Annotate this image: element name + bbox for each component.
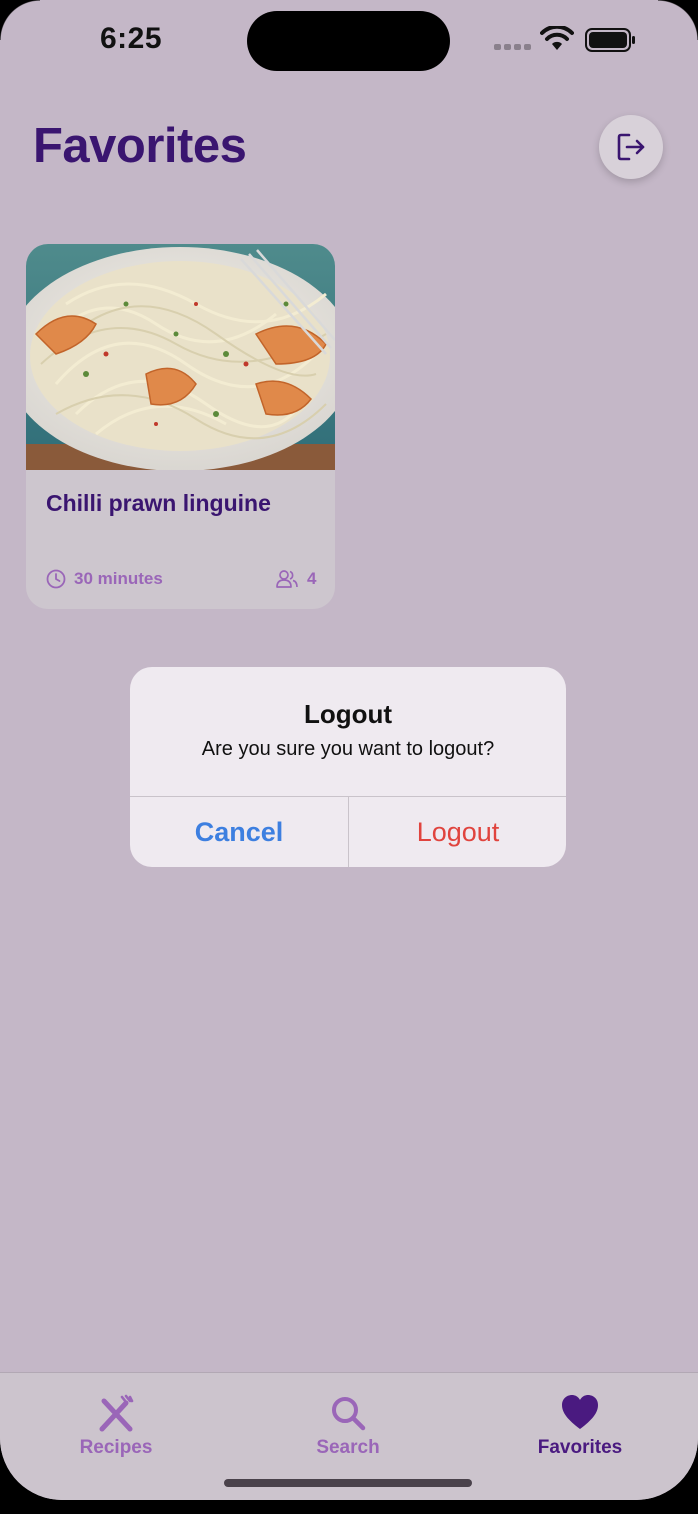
alert-title: Logout	[303, 699, 393, 729]
tab-label: Favorites	[537, 1437, 623, 1458]
cellular-signal-icon	[494, 44, 531, 50]
cancel-button[interactable]: Cancel	[130, 797, 348, 867]
app-screen: 6:25 Favorites Chilli prawn linguine 30 …	[0, 0, 698, 1500]
status-time: 6:25	[100, 22, 163, 55]
recipe-duration: 30 minutes	[46, 568, 163, 590]
screen-corner	[658, 0, 698, 40]
recipe-card[interactable]	[26, 244, 335, 609]
people-icon	[276, 570, 298, 588]
recipe-photo	[26, 244, 335, 470]
servings-text: 4	[307, 569, 317, 588]
confirm-logout-button[interactable]: Logout	[349, 797, 566, 867]
screen-corner	[0, 0, 40, 40]
clock-icon	[46, 569, 66, 589]
tab-search[interactable]: Search	[268, 1393, 428, 1459]
logout-alert: Logout Are you sure you want to logout? …	[130, 667, 566, 867]
fork-knife-icon	[99, 1394, 134, 1432]
heart-icon	[562, 1395, 598, 1429]
search-icon	[332, 1397, 366, 1431]
alert-message: Are you sure you want to logout?	[201, 738, 495, 760]
tab-recipes[interactable]: Recipes	[36, 1393, 196, 1459]
recipe-servings: 4	[275, 568, 316, 590]
home-indicator[interactable]	[224, 1479, 472, 1487]
recipe-title: Chilli prawn linguine	[46, 490, 271, 516]
device-frame: 6:25 Favorites Chilli prawn linguine 30 …	[0, 0, 698, 1514]
tab-favorites[interactable]: Favorites	[500, 1393, 660, 1459]
dynamic-island	[247, 11, 450, 71]
wifi-icon	[540, 26, 574, 50]
logout-button[interactable]	[599, 115, 663, 179]
tab-label: Recipes	[79, 1437, 153, 1458]
duration-text: 30 minutes	[74, 569, 163, 588]
logout-arrow-icon	[617, 133, 645, 161]
battery-icon	[585, 28, 635, 52]
tab-label: Search	[316, 1437, 380, 1458]
page-title: Favorites	[33, 119, 247, 173]
